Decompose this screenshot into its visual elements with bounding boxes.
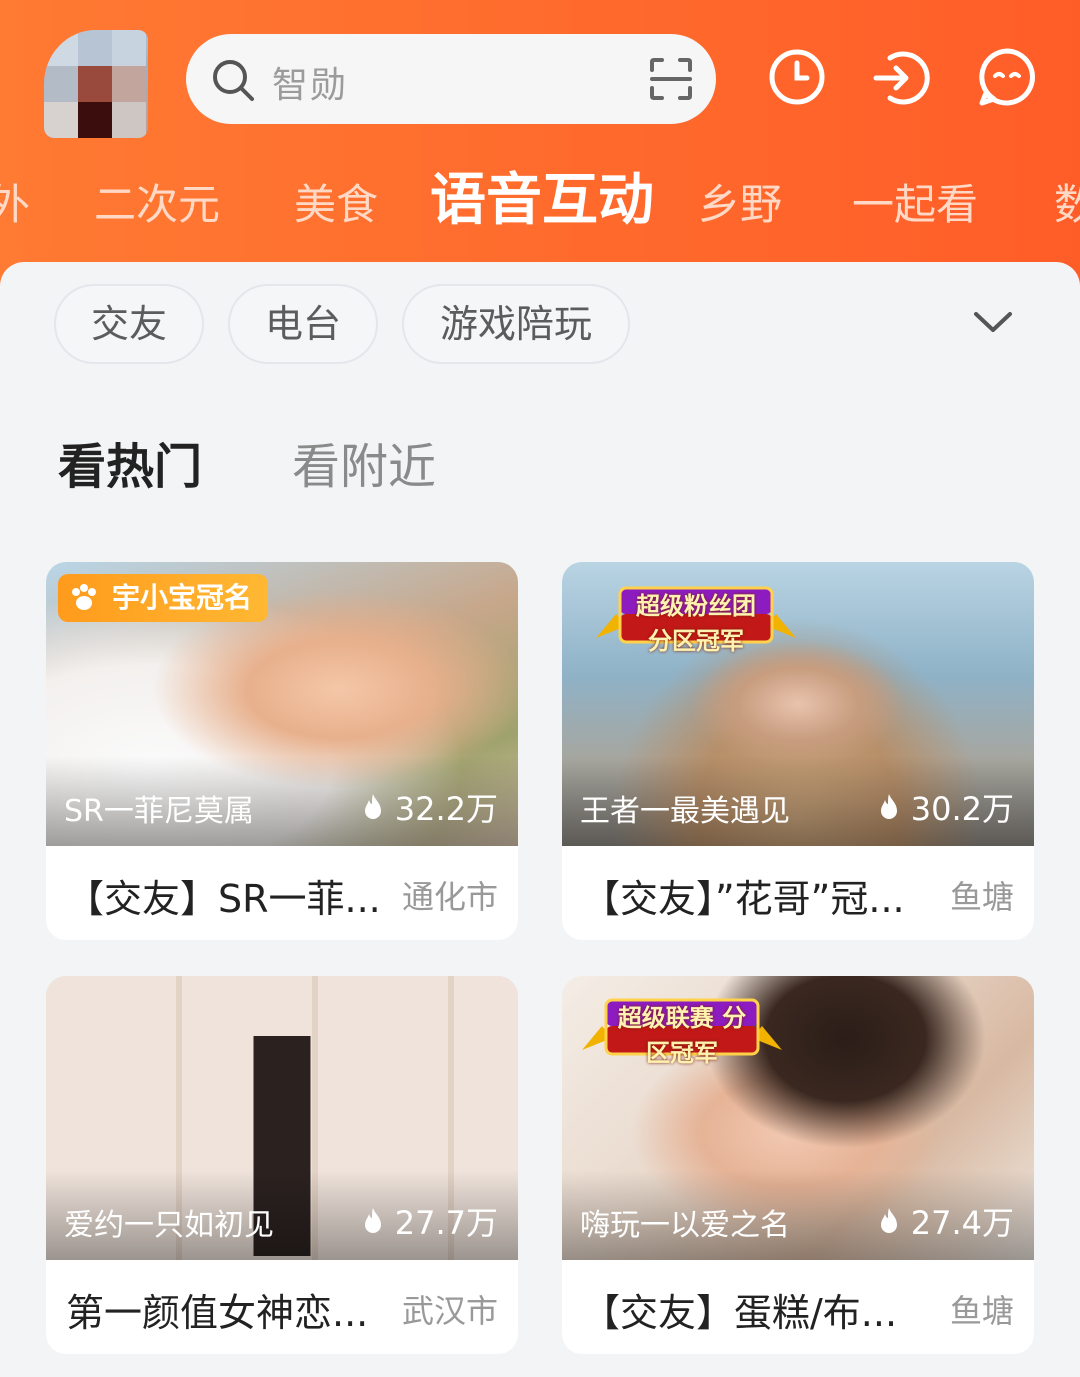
fire-icon <box>880 1208 897 1233</box>
room-card[interactable]: 超级联赛 分区冠军 嗨玩一以爱之名 27.4万 【交友】蛋糕/布... 鱼塘 <box>562 976 1034 1354</box>
room-title: 【交友】SR一菲... <box>66 877 381 921</box>
avatar[interactable] <box>44 30 148 138</box>
room-card[interactable]: 爱约一只如初见 27.7万 第一颜值女神恋... 武汉市 <box>46 976 518 1354</box>
top-bar: 智勋 外 二次元 美食 语音互动 乡野 一起看 数 <box>0 0 1080 300</box>
popularity: 32.2万 <box>361 784 498 830</box>
anchor-name: 嗨玩一以爱之名 <box>580 1208 790 1243</box>
room-cover: 宇小宝冠名 SR一菲尼莫属 32.2万 <box>46 562 518 846</box>
sponsor-badge: 宇小宝冠名 <box>58 574 269 622</box>
room-cover: 爱约一只如初见 27.7万 <box>46 976 518 1260</box>
room-cover: 超级联赛 分区冠军 嗨玩一以爱之名 27.4万 <box>562 976 1034 1260</box>
room-title: 【交友】蛋糕/布... <box>582 1291 898 1335</box>
popularity: 27.7万 <box>361 1198 498 1244</box>
share-arrow-icon[interactable] <box>870 46 932 108</box>
room-location: 鱼塘 <box>949 878 1014 916</box>
category-tabs: 外 二次元 美食 语音互动 乡野 一起看 数 <box>0 168 1080 250</box>
room-card[interactable]: 宇小宝冠名 SR一菲尼莫属 32.2万 【交友】SR一菲... 通化市 <box>46 562 518 940</box>
tab-food[interactable]: 美食 <box>294 170 378 240</box>
chip-friends[interactable]: 交友 <box>54 284 204 364</box>
message-icon[interactable] <box>976 46 1038 108</box>
search-bar[interactable]: 智勋 <box>186 34 716 124</box>
tab-anime[interactable]: 二次元 <box>94 170 220 240</box>
search-input[interactable]: 智勋 <box>272 56 348 108</box>
search-icon <box>213 60 254 101</box>
room-location: 通化市 <box>401 878 498 916</box>
popularity: 30.2万 <box>877 784 1014 830</box>
scan-icon[interactable] <box>648 56 694 102</box>
tab-more[interactable]: 数 <box>1054 170 1080 240</box>
room-location: 武汉市 <box>401 1292 498 1330</box>
subtab-hot[interactable]: 看热门 <box>58 432 202 502</box>
room-cover: 超级粉丝团 分区冠军 王者一最美遇见 30.2万 <box>562 562 1034 846</box>
fire-icon <box>364 794 381 819</box>
chip-game-companion[interactable]: 游戏陪玩 <box>402 284 630 364</box>
fire-icon <box>364 1208 381 1233</box>
popularity: 27.4万 <box>877 1198 1014 1244</box>
tab-voice-interaction[interactable]: 语音互动 <box>430 166 654 236</box>
anchor-name: 王者一最美遇见 <box>580 794 790 829</box>
chevron-down-icon[interactable] <box>970 304 1016 340</box>
anchor-name: 爱约一只如初见 <box>64 1208 274 1243</box>
main-content: 交友 电台 游戏陪玩 看热门 看附近 宇小宝冠名 SR一菲尼莫属 32.2万 【… <box>0 262 1080 1377</box>
tab-outdoor[interactable]: 外 <box>0 170 30 240</box>
anchor-name: SR一菲尼莫属 <box>64 794 254 829</box>
tab-watch-together[interactable]: 一起看 <box>852 170 978 240</box>
history-icon[interactable] <box>766 46 828 108</box>
paw-icon <box>72 584 96 610</box>
tab-countryside[interactable]: 乡野 <box>698 170 782 240</box>
champion-badge-label: 超级联赛 分区冠军 <box>617 1004 747 1067</box>
fire-icon <box>880 794 897 819</box>
champion-badge-label: 超级粉丝团 分区冠军 <box>636 592 756 655</box>
room-title: 第一颜值女神恋... <box>66 1291 369 1335</box>
chip-radio[interactable]: 电台 <box>228 284 378 364</box>
room-title: 【交友】”花哥”冠... <box>582 877 905 921</box>
subtab-nearby[interactable]: 看附近 <box>292 432 436 502</box>
room-location: 鱼塘 <box>949 1292 1014 1330</box>
room-card[interactable]: 超级粉丝团 分区冠军 王者一最美遇见 30.2万 【交友】”花哥”冠... 鱼塘 <box>562 562 1034 940</box>
